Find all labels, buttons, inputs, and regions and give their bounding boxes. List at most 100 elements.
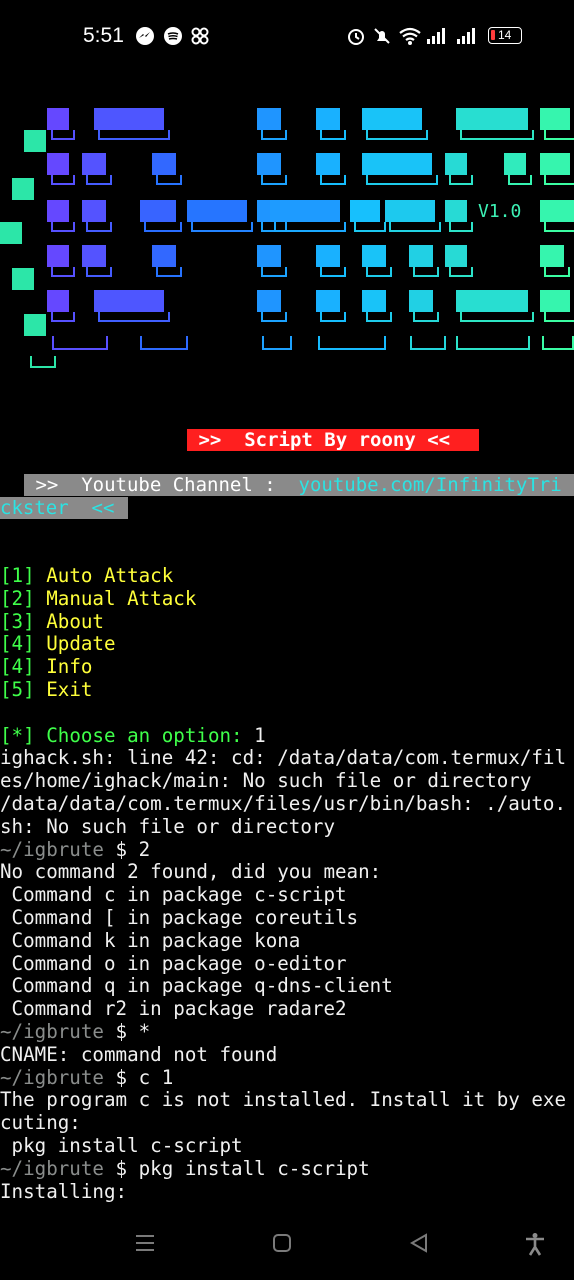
banner-block <box>456 108 528 130</box>
youtube-label: >> Youtube Channel : <box>24 474 299 496</box>
banner-outline <box>320 312 346 322</box>
status-bar: 5:51 14 <box>0 0 574 72</box>
banner-outline <box>261 312 287 322</box>
banner-side-block <box>0 222 22 244</box>
banner-outline <box>51 312 75 322</box>
banner-block <box>409 245 433 267</box>
output-line: Command o in package o-editor <box>0 952 347 975</box>
banner-side-block <box>24 130 46 152</box>
youtube-channel-line1: >> Youtube Channel : youtube.com/Infinit… <box>24 474 574 496</box>
banner-outline <box>544 312 574 322</box>
output-line: Command k in package kona <box>0 929 301 952</box>
banner-block <box>82 245 106 267</box>
banner-block <box>257 290 281 312</box>
banner-block <box>362 245 386 267</box>
banner-outline <box>320 267 346 277</box>
banner-outline <box>318 336 386 350</box>
spotify-icon <box>164 27 182 45</box>
banner-outline <box>144 222 182 232</box>
menu-item: [1] Auto Attack <box>0 565 174 587</box>
banner-outline <box>274 222 346 232</box>
banner-block <box>362 108 422 130</box>
banner-block <box>257 153 281 175</box>
banner-outline <box>320 175 346 185</box>
banner-outline <box>261 175 287 185</box>
banner-outline <box>156 175 182 185</box>
output-line: The program c is not installed. Install … <box>0 1089 567 1112</box>
shell-prompt: ~/igbrute $ c 1 <box>0 1066 174 1089</box>
accessibility-icon[interactable] <box>524 1232 546 1256</box>
shell-prompt: ~/igbrute $ * <box>0 1020 151 1043</box>
banner-outline <box>456 336 530 350</box>
banner-block <box>270 200 340 222</box>
battery-icon: 14 <box>488 27 522 44</box>
banner-outline <box>140 336 188 350</box>
terminal-output[interactable]: [1] Auto Attack [2] Manual Attack [3] Ab… <box>0 565 574 1203</box>
banner-block <box>47 245 69 267</box>
banner-block <box>257 245 281 267</box>
banner-outline <box>544 267 570 277</box>
banner-side-block <box>24 314 46 336</box>
alarm-icon <box>348 29 364 45</box>
banner-outline <box>413 312 439 322</box>
banner-outline <box>449 267 473 277</box>
youtube-end-marker: << <box>68 497 115 519</box>
banner-block <box>540 200 574 222</box>
youtube-url-part2[interactable]: ckster <box>0 497 69 519</box>
banner-outline <box>508 175 532 185</box>
menu-item: [5] Exit <box>0 678 93 701</box>
banner-outline <box>366 312 392 322</box>
banner-block <box>409 290 433 312</box>
wifi-icon <box>399 27 421 45</box>
banner-side-block <box>12 268 34 290</box>
output-line: No command 2 found, did you mean: <box>0 861 382 884</box>
menu-item: [2] Manual Attack <box>0 587 197 610</box>
banner-outline <box>410 336 446 350</box>
banner-block <box>385 200 435 222</box>
banner-block <box>316 108 340 130</box>
banner-outline <box>366 130 428 140</box>
banner-outline <box>320 130 346 140</box>
mute-icon <box>374 28 390 44</box>
home-icon[interactable] <box>271 1232 293 1254</box>
banner-block <box>540 245 564 267</box>
banner-block <box>47 153 69 175</box>
banner-outline <box>449 175 473 185</box>
banner-outline <box>156 267 182 277</box>
banner-block <box>350 200 380 222</box>
banner-outline <box>460 130 534 140</box>
menu-item: [4] Info <box>0 656 93 679</box>
banner-block <box>94 290 164 312</box>
banner-outline <box>51 222 75 232</box>
output-line: CNAME: command not found <box>0 1043 278 1066</box>
output-line: Installing: <box>0 1180 128 1203</box>
banner-outline <box>51 130 75 140</box>
output-line: sh: No such file or directory <box>0 815 336 838</box>
menu-icon[interactable] <box>134 1232 156 1254</box>
banner-outline <box>262 336 292 350</box>
banner-block <box>540 153 570 175</box>
output-line: es/home/ighack/main: No such file or dir… <box>0 770 532 793</box>
banner-block <box>456 290 528 312</box>
banner-block <box>362 153 432 175</box>
output-line: cuting: <box>0 1112 81 1135</box>
banner-block <box>362 290 386 312</box>
banner-outline <box>98 130 170 140</box>
app-icon <box>191 27 209 45</box>
banner-outline <box>51 267 75 277</box>
banner-outline <box>544 222 574 232</box>
signal-icon-2 <box>457 28 475 44</box>
banner-outline <box>86 175 112 185</box>
menu-item: [4] Update <box>0 633 116 656</box>
youtube-url-part1[interactable]: youtube.com/InfinityTri <box>299 474 562 496</box>
youtube-channel-line2: ckster << <box>0 497 128 519</box>
option-prompt: [*] Choose an option: 1 <box>0 724 266 747</box>
banner-outline <box>544 130 574 140</box>
banner-block <box>152 245 176 267</box>
banner-outline <box>366 175 438 185</box>
banner-outline <box>460 312 534 322</box>
battery-level: 14 <box>498 28 512 42</box>
banner-outline <box>366 267 392 277</box>
output-line: Command c in package c-script <box>0 884 347 907</box>
back-icon[interactable] <box>408 1232 430 1254</box>
